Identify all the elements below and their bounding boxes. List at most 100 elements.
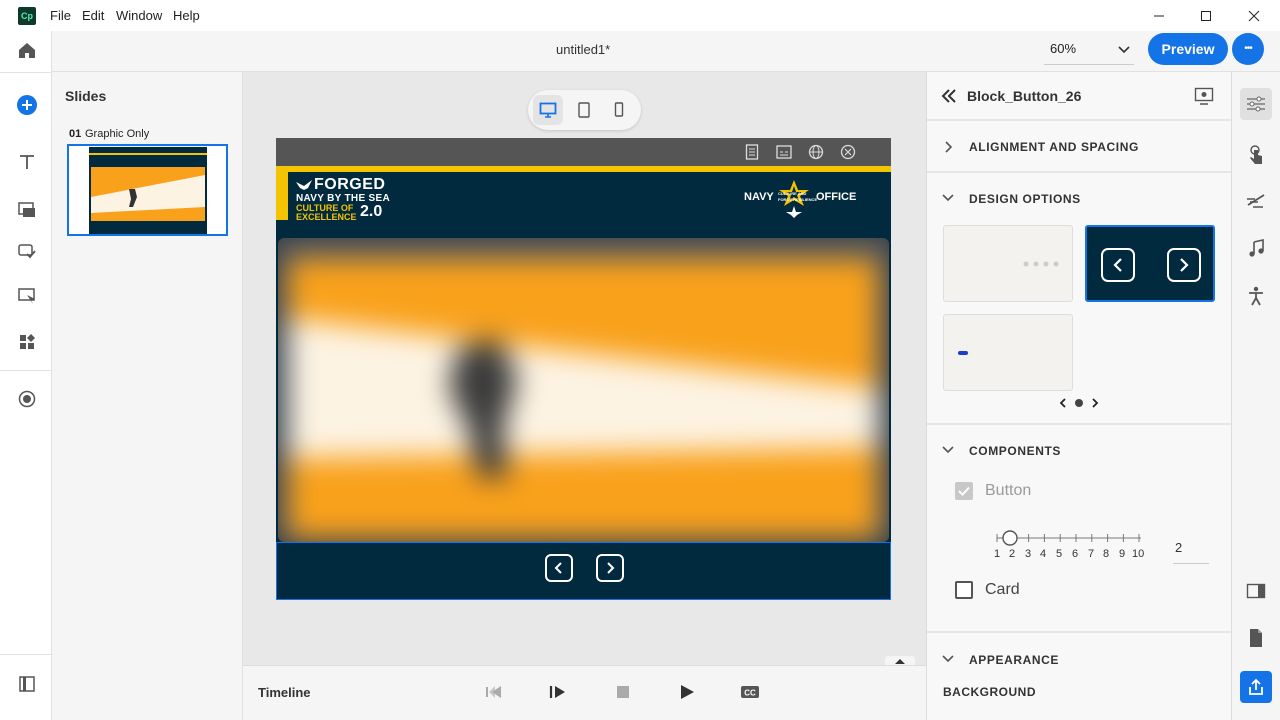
accessibility-tab-button[interactable]	[1245, 285, 1267, 307]
record-button[interactable]	[14, 386, 40, 412]
design-option-2-selected[interactable]	[1085, 225, 1215, 302]
alignment-section-title: ALIGNMENT AND SPACING	[969, 140, 1139, 154]
transcript-icon[interactable]	[745, 144, 759, 160]
device-switcher	[528, 90, 641, 130]
block-button-26[interactable]	[276, 542, 891, 600]
eagle-icon	[296, 180, 312, 190]
page-dot-icon[interactable]	[1075, 399, 1083, 407]
timeline-bar: Timeline CC	[243, 665, 926, 720]
captions-icon[interactable]	[776, 144, 792, 160]
preview-monitor-icon[interactable]	[1194, 87, 1214, 105]
tick-label: 6	[1072, 548, 1079, 560]
prev-slide-button[interactable]	[545, 554, 573, 582]
object-name: Block_Button_26	[967, 88, 1082, 104]
document-icon	[1250, 629, 1262, 647]
appearance-section-header[interactable]: APPEARANCE	[927, 634, 1232, 682]
next-slide-button[interactable]	[596, 554, 624, 582]
forged-logo: FORGED NAVY BY THE SEA CULTURE OF EXCELL…	[296, 176, 390, 224]
share-button[interactable]	[1240, 671, 1272, 703]
svg-text:CC: CC	[744, 689, 756, 698]
minimize-icon	[1154, 15, 1164, 16]
tick-label: 5	[1056, 548, 1063, 560]
closed-captions-icon[interactable]: CC	[740, 685, 760, 699]
step-forward-icon[interactable]	[549, 685, 567, 699]
alignment-section-header[interactable]: ALIGNMENT AND SPACING	[927, 121, 1232, 171]
collapse-panel-button[interactable]	[14, 671, 40, 697]
text-tool-button[interactable]	[14, 149, 40, 175]
home-button[interactable]	[14, 37, 40, 63]
document-tab-button[interactable]	[1245, 627, 1267, 649]
design-option-1[interactable]	[943, 225, 1073, 302]
zoom-value: 60%	[1050, 41, 1077, 56]
chevron-down-icon	[942, 446, 954, 454]
chevron-left-icon	[554, 562, 562, 574]
button-checkbox-label: Button	[985, 482, 1032, 499]
gold-stripe	[276, 166, 891, 172]
chevron-left-icon	[1113, 258, 1122, 272]
button-count-input[interactable]: 2	[1173, 536, 1209, 564]
canvas-area: FORGED NAVY BY THE SEA CULTURE OF EXCELL…	[243, 72, 926, 666]
tick-label: 1	[994, 548, 1001, 560]
menu-edit[interactable]: Edit	[82, 8, 104, 23]
mobile-view-button[interactable]	[604, 95, 634, 125]
tablet-view-button[interactable]	[569, 95, 599, 125]
close-circle-icon[interactable]	[840, 144, 856, 160]
add-circle-icon	[17, 95, 37, 115]
button-checkbox[interactable]	[955, 482, 973, 500]
more-options-button[interactable]: •••	[1232, 33, 1264, 65]
share-icon	[1249, 678, 1263, 695]
interactions-tab-button[interactable]	[1245, 144, 1267, 166]
stop-icon[interactable]	[616, 685, 630, 699]
audio-tab-button[interactable]	[1245, 237, 1267, 259]
background-label: BACKGROUND	[943, 685, 1036, 699]
media-tool-button[interactable]	[14, 197, 40, 223]
chevron-left-icon[interactable]	[1059, 398, 1067, 408]
interactions-tool-button[interactable]	[14, 238, 40, 264]
design-section-title: DESIGN OPTIONS	[969, 192, 1081, 206]
blurred-graphic-image[interactable]	[278, 238, 889, 542]
widget-icon	[18, 288, 35, 304]
menu-window[interactable]: Window	[116, 8, 162, 23]
play-icon[interactable]	[679, 684, 695, 700]
properties-tab-button[interactable]	[1240, 88, 1272, 120]
design-option-3[interactable]	[943, 314, 1073, 391]
widgets-tool-button[interactable]	[14, 283, 40, 309]
properties-panel: Block_Button_26 ALIGNMENT AND SPACING DE…	[926, 72, 1232, 720]
gold-side-bar	[276, 172, 288, 220]
zoom-dropdown[interactable]: 60%	[1044, 37, 1134, 65]
close-window-button[interactable]	[1231, 0, 1277, 31]
assets-tool-button[interactable]	[14, 329, 40, 355]
minimize-button[interactable]	[1136, 0, 1182, 31]
tick-label: 7	[1088, 548, 1095, 560]
design-section-header[interactable]: DESIGN OPTIONS	[927, 173, 1232, 221]
menu-help[interactable]: Help	[173, 8, 200, 23]
layout-tab-button[interactable]	[1245, 580, 1267, 602]
animations-tab-button[interactable]	[1245, 190, 1267, 212]
slide-thumbnail[interactable]	[67, 144, 228, 236]
version-text: 2.0	[360, 203, 383, 220]
chevron-down-icon	[942, 655, 954, 663]
music-note-icon	[1249, 239, 1264, 257]
button-count-value: 2	[1175, 540, 1183, 555]
tick-label: 2	[1009, 548, 1016, 560]
slide-stage[interactable]: FORGED NAVY BY THE SEA CULTURE OF EXCELL…	[276, 138, 891, 600]
card-checkbox[interactable]	[955, 581, 973, 599]
maximize-button[interactable]	[1183, 0, 1229, 31]
double-chevron-left-icon[interactable]	[941, 89, 957, 103]
add-slide-button[interactable]	[14, 92, 40, 118]
design-options-pager	[1053, 394, 1109, 412]
option-next-button-preview	[1167, 248, 1201, 282]
preview-button[interactable]: Preview	[1148, 33, 1228, 65]
tick-label: 10	[1132, 548, 1145, 560]
rewind-icon[interactable]	[485, 685, 503, 699]
button-count-slider[interactable]: 1 2 3 4 5 6 7 8 9 10	[993, 528, 1145, 564]
menu-file[interactable]: File	[50, 8, 71, 23]
chevron-down-icon	[1118, 46, 1130, 54]
interaction-icon	[18, 244, 36, 259]
tick-label: 8	[1103, 548, 1110, 560]
tick-label: 3	[1025, 548, 1032, 560]
desktop-view-button[interactable]	[533, 95, 563, 125]
chevron-right-icon[interactable]	[1091, 398, 1099, 408]
globe-icon[interactable]	[808, 144, 824, 160]
components-section-header[interactable]: COMPONENTS	[927, 425, 1232, 473]
